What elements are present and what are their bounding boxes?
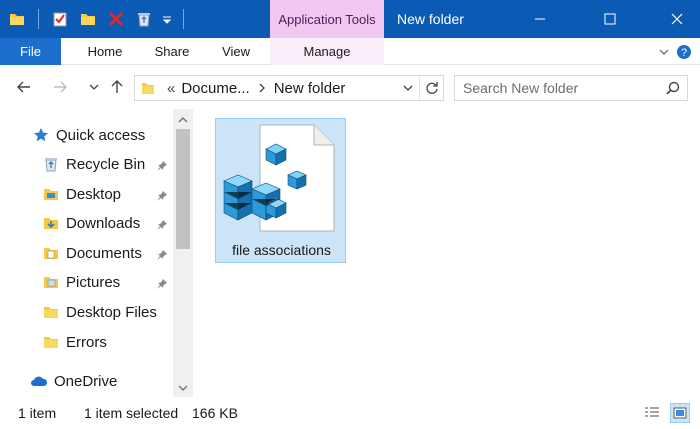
- quick-access-toolbar: [6, 7, 188, 31]
- folder-icon: [42, 303, 60, 321]
- recent-locations-chevron-icon[interactable]: [83, 76, 105, 98]
- search-icon[interactable]: [665, 80, 681, 96]
- tree-item-downloads[interactable]: Downloads: [42, 210, 140, 236]
- tab-home[interactable]: Home: [77, 38, 133, 65]
- tree-item-label: Quick access: [56, 126, 146, 144]
- application-tools-context-tab: Application Tools: [270, 0, 384, 38]
- title-bar: Application Tools New folder: [0, 0, 700, 38]
- tree-item-errors[interactable]: Errors: [42, 329, 107, 355]
- scroll-up-icon[interactable]: [177, 113, 189, 125]
- minimize-button[interactable]: [517, 0, 563, 38]
- ribbon-controls: ?: [658, 38, 700, 65]
- refresh-icon[interactable]: [419, 76, 443, 100]
- delete-icon[interactable]: [105, 8, 127, 30]
- pin-icon[interactable]: [156, 218, 168, 230]
- file-list-area[interactable]: file associations: [194, 109, 700, 397]
- documents-folder-icon: [42, 244, 60, 262]
- up-arrow-icon[interactable]: [106, 76, 128, 98]
- tree-item-label: Recycle Bin: [66, 155, 146, 173]
- folder-icon: [141, 80, 155, 96]
- scroll-down-icon[interactable]: [177, 381, 189, 393]
- address-history-chevron-icon[interactable]: [403, 83, 413, 93]
- cloud-icon: [30, 372, 48, 390]
- back-arrow-icon[interactable]: [13, 76, 35, 98]
- details-view-icon[interactable]: [642, 403, 662, 423]
- ribbon-tabs: File Home Share View Manage ?: [0, 38, 700, 65]
- folder-icon: [42, 333, 60, 351]
- folder-icon[interactable]: [6, 8, 28, 30]
- tree-item-recycle-bin[interactable]: Recycle Bin: [42, 151, 145, 177]
- tree-item-onedrive[interactable]: OneDrive: [30, 368, 117, 394]
- close-button[interactable]: [654, 0, 700, 38]
- item-count: 1 item: [18, 405, 57, 421]
- search-box[interactable]: [454, 75, 688, 101]
- expand-ribbon-chevron-icon[interactable]: [658, 46, 670, 58]
- selection-count: 1 item selected: [84, 405, 179, 421]
- tab-file[interactable]: File: [0, 38, 61, 65]
- tree-item-desktop-files[interactable]: Desktop Files: [42, 299, 157, 325]
- desktop-folder-icon: [42, 185, 60, 203]
- tree-item-quick-access[interactable]: Quick access: [32, 122, 145, 148]
- status-bar: 1 item 1 item selected 166 KB: [0, 397, 700, 429]
- selection-size: 166 KB: [192, 405, 238, 421]
- tree-item-label: Desktop Files: [66, 303, 157, 321]
- pin-icon[interactable]: [156, 277, 168, 289]
- tree-item-pictures[interactable]: Pictures: [42, 269, 120, 295]
- tree-item-label: Errors: [66, 333, 107, 351]
- navigation-pane: Quick access Recycle Bin Desktop Downloa…: [0, 109, 194, 397]
- navigation-bar: « Docume... New folder: [0, 65, 700, 109]
- tree-item-label: Pictures: [66, 273, 121, 291]
- customize-toolbar-chevron-icon[interactable]: [161, 8, 173, 30]
- pin-icon[interactable]: [156, 159, 168, 171]
- forward-arrow-icon[interactable]: [49, 76, 71, 98]
- window-title: New folder: [397, 11, 464, 27]
- svg-text:?: ?: [681, 47, 687, 59]
- registry-file-icon: [223, 124, 335, 232]
- scrollbar-thumb[interactable]: [176, 129, 190, 249]
- downloads-folder-icon: [42, 214, 60, 232]
- recycle-bin-icon[interactable]: [133, 8, 155, 30]
- recycle-bin-icon: [42, 155, 60, 173]
- toolbar-separator: [183, 9, 184, 29]
- maximize-button[interactable]: [587, 0, 633, 38]
- breadcrumb-documents[interactable]: Docume...: [181, 80, 249, 97]
- search-input[interactable]: [463, 80, 663, 96]
- file-name: file associations: [232, 242, 331, 258]
- tree-item-documents[interactable]: Documents: [42, 240, 142, 266]
- tab-manage[interactable]: Manage: [270, 38, 384, 65]
- tab-share[interactable]: Share: [146, 38, 198, 65]
- navigation-scrollbar[interactable]: [173, 109, 193, 397]
- tree-item-label: Desktop: [66, 185, 122, 203]
- address-overflow[interactable]: «: [167, 80, 175, 97]
- address-bar[interactable]: « Docume... New folder: [134, 75, 444, 101]
- tree-item-label: OneDrive: [54, 372, 118, 390]
- pin-icon[interactable]: [156, 189, 168, 201]
- breadcrumb-separator-icon[interactable]: [258, 83, 266, 93]
- tab-view[interactable]: View: [213, 38, 259, 65]
- tree-item-desktop[interactable]: Desktop: [42, 181, 121, 207]
- file-item[interactable]: file associations: [215, 118, 346, 263]
- large-icons-view-icon[interactable]: [670, 403, 690, 423]
- properties-icon[interactable]: [49, 8, 71, 30]
- star-icon: [32, 126, 50, 144]
- help-icon[interactable]: ?: [676, 44, 692, 60]
- breadcrumb-new-folder[interactable]: New folder: [274, 80, 346, 97]
- tree-item-label: Documents: [66, 244, 142, 262]
- toolbar-separator: [38, 9, 39, 29]
- new-folder-icon[interactable]: [77, 8, 99, 30]
- pin-icon[interactable]: [156, 248, 168, 260]
- pictures-folder-icon: [42, 273, 60, 291]
- tree-item-label: Downloads: [66, 214, 141, 232]
